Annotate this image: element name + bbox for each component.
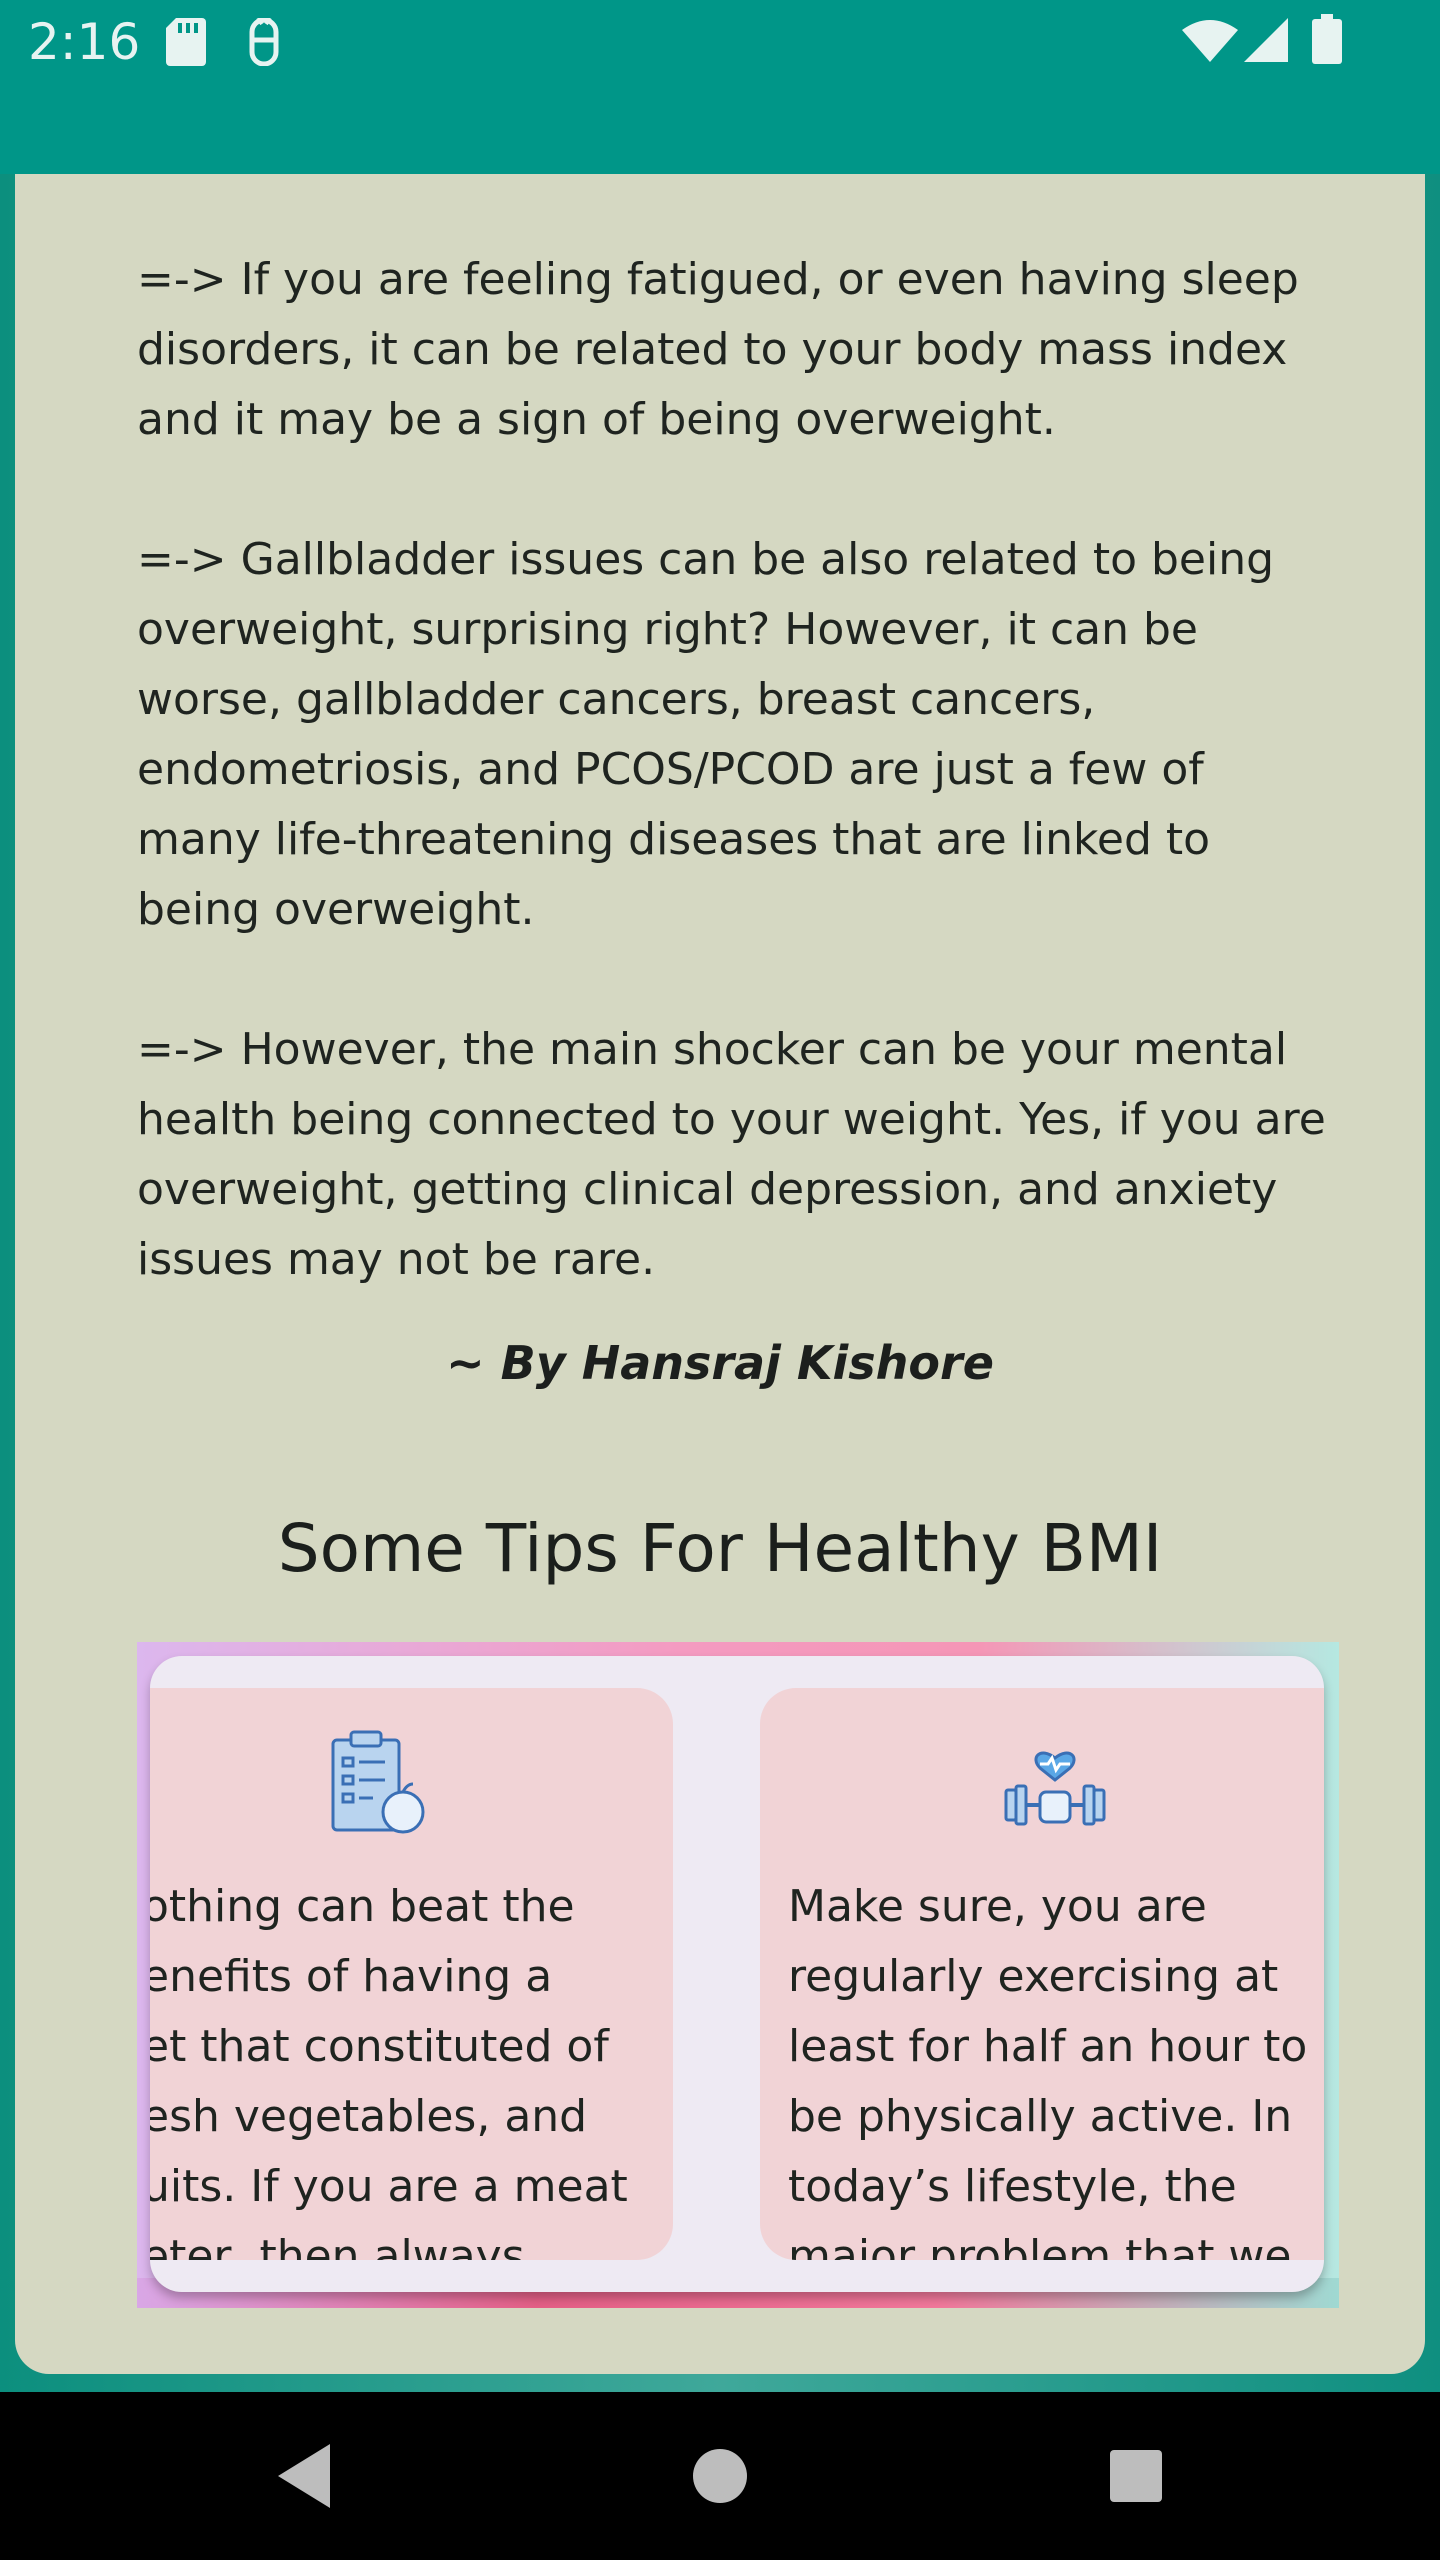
dumbbell-heart-icon <box>1004 1751 1106 1826</box>
article-paragraph: =-> Gallbladder issues can be also relat… <box>137 534 1275 935</box>
tip-card-diet[interactable]: othing can beat the enefits of having a … <box>150 1688 673 2260</box>
status-bar: 2:16 <box>0 0 1440 84</box>
tip-card-exercise[interactable]: Make sure, you are regularly exercising … <box>760 1688 1324 2260</box>
app-bar <box>0 84 1440 174</box>
battery-icon <box>1312 14 1342 64</box>
tips-heading: Some Tips For Healthy BMI <box>277 1510 1163 1587</box>
clipboard-apple-icon <box>331 1730 425 1834</box>
signal-icon <box>1244 18 1288 62</box>
article-paragraph: =-> If you are feeling fatigued, or even… <box>137 254 1299 445</box>
tips-carousel[interactable]: othing can beat the enefits of having a … <box>150 1656 1324 2292</box>
tips-carousel-frame: othing can beat the enefits of having a … <box>137 1642 1339 2308</box>
article-body: =-> If you are feeling fatigued, or even… <box>137 245 1347 1295</box>
author-credit: ~ By Hansraj Kishore <box>446 1336 994 1390</box>
status-time: 2:16 <box>28 13 141 71</box>
home-icon[interactable] <box>690 2436 750 2516</box>
recents-icon[interactable] <box>1106 2436 1166 2516</box>
tip-text-diet: othing can beat the enefits of having a … <box>150 1881 628 2260</box>
article-paragraph: =-> However, the main shocker can be you… <box>137 1024 1326 1285</box>
sd-card-icon <box>166 18 206 66</box>
tip-text-exercise: Make sure, you are regularly exercising … <box>788 1881 1308 2260</box>
wifi-icon <box>1182 20 1238 62</box>
debug-icon <box>249 18 279 66</box>
navigation-bar <box>0 2392 1440 2560</box>
back-icon[interactable] <box>270 2436 340 2516</box>
